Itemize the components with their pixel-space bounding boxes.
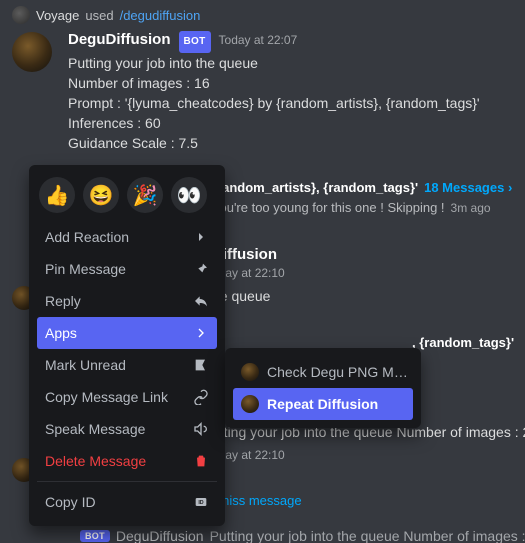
bot-avatar[interactable] xyxy=(12,32,52,72)
reaction-party[interactable]: 🎉 xyxy=(127,177,163,213)
system-user: Voyage xyxy=(36,8,79,23)
app-icon xyxy=(241,363,259,381)
id-icon: ID xyxy=(193,494,209,510)
app-icon xyxy=(241,395,259,413)
menu-speak-message[interactable]: Speak Message xyxy=(37,413,217,445)
thread-age: 3m ago xyxy=(451,201,491,215)
menu-mark-unread[interactable]: Mark Unread xyxy=(37,349,217,381)
reaction-thumbs-up[interactable]: 👍 xyxy=(39,177,75,213)
menu-label: Copy ID xyxy=(45,494,96,510)
menu-label: Apps xyxy=(45,325,77,341)
link-icon xyxy=(193,389,209,405)
menu-apps[interactable]: Apps xyxy=(37,317,217,349)
menu-label: Delete Message xyxy=(45,453,146,469)
menu-delete-message[interactable]: Delete Message xyxy=(37,445,217,477)
menu-copy-id[interactable]: Copy ID ID xyxy=(37,486,217,518)
menu-separator xyxy=(37,481,217,482)
chevron-right-icon xyxy=(193,325,209,341)
menu-label: Copy Message Link xyxy=(45,389,168,405)
author-name[interactable]: DeguDiffusion xyxy=(68,30,171,50)
message-body-fragment: Putting your job into the queue Number o… xyxy=(210,528,525,543)
menu-pin-message[interactable]: Pin Message xyxy=(37,253,217,285)
menu-label: Speak Message xyxy=(45,421,145,437)
author-name: DeguDiffusion xyxy=(116,528,204,543)
apps-submenu: Check Degu PNG M… Repeat Diffusion xyxy=(225,348,421,428)
menu-label: Pin Message xyxy=(45,261,126,277)
message-tail: BOT DeguDiffusion Putting your job into … xyxy=(80,528,525,543)
thread-messages-link[interactable]: 18 Messages › xyxy=(424,180,512,195)
bot-tag: BOT xyxy=(179,31,211,53)
reaction-laugh[interactable]: 😆 xyxy=(83,177,119,213)
thread-summary[interactable]: {random_artists}, {random_tags}' 18 Mess… xyxy=(212,180,525,195)
message-context-menu: 👍 😆 🎉 👀 Add Reaction Pin Message Reply A… xyxy=(29,165,225,526)
user-avatar-small xyxy=(12,6,30,24)
msg-line: Number of images : 16 xyxy=(68,73,525,93)
thread-snippet: {random_artists}, {random_tags}' xyxy=(212,180,418,195)
msg-line: Guidance Scale : 7.5 xyxy=(68,133,525,153)
thread-last-line: You're too young for this one ! Skipping… xyxy=(212,200,525,215)
menu-label: Mark Unread xyxy=(45,357,126,373)
system-used-command: Voyage used /degudiffusion xyxy=(12,0,525,24)
msg-line: Putting your job into the queue xyxy=(68,53,525,73)
submenu-label: Repeat Diffusion xyxy=(267,396,378,412)
menu-label: Reply xyxy=(45,293,81,309)
reply-icon xyxy=(193,293,209,309)
mark-unread-icon xyxy=(193,357,209,373)
menu-add-reaction[interactable]: Add Reaction xyxy=(37,221,217,253)
timestamp: Today at 22:07 xyxy=(219,30,298,50)
pin-icon xyxy=(193,261,209,277)
quick-reaction-row: 👍 😆 🎉 👀 xyxy=(37,173,217,221)
apps-check-degu-png[interactable]: Check Degu PNG M… xyxy=(233,356,413,388)
bot-tag: BOT xyxy=(80,530,110,542)
trash-icon xyxy=(193,453,209,469)
speak-icon xyxy=(193,421,209,437)
thread-snippet-text: , {random_tags}' xyxy=(412,335,514,350)
dismiss-link[interactable]: smiss message xyxy=(212,493,302,508)
system-verb: used xyxy=(85,8,113,23)
message-body: Putting your job into the queue Number o… xyxy=(68,53,525,153)
slash-command[interactable]: /degudiffusion xyxy=(120,8,201,23)
thread-snippet: , {random_tags}' xyxy=(412,335,525,350)
menu-reply[interactable]: Reply xyxy=(37,285,217,317)
reaction-eyes[interactable]: 👀 xyxy=(171,177,207,213)
menu-copy-message-link[interactable]: Copy Message Link xyxy=(37,381,217,413)
svg-text:ID: ID xyxy=(198,500,203,506)
apps-repeat-diffusion[interactable]: Repeat Diffusion xyxy=(233,388,413,420)
submenu-label: Check Degu PNG M… xyxy=(267,364,408,380)
chevron-right-icon xyxy=(193,229,209,245)
msg-line: Inferences : 60 xyxy=(68,113,525,133)
message-1[interactable]: DeguDiffusion BOT Today at 22:07 Putting… xyxy=(12,30,525,153)
msg-line: Prompt : '{lyuma_cheatcodes} by {random_… xyxy=(68,93,525,113)
menu-label: Add Reaction xyxy=(45,229,129,245)
thread-tail: You're too young for this one ! Skipping… xyxy=(212,200,445,215)
